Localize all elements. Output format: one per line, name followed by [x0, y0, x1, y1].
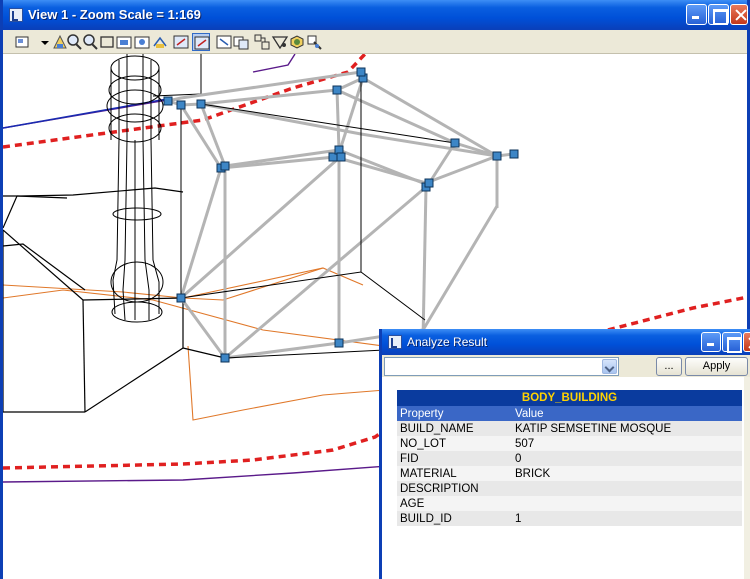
value-cell: 507	[512, 436, 742, 451]
pan-view-icon[interactable]	[172, 33, 190, 51]
value-cell: 0	[512, 451, 742, 466]
table-row[interactable]: NO_LOT 507	[397, 436, 742, 451]
property-cell: BUILD_NAME	[397, 421, 512, 436]
window-area-icon[interactable]	[98, 33, 116, 51]
table-row[interactable]: FID 0	[397, 451, 742, 466]
copy-view-icon[interactable]	[232, 33, 250, 51]
value-cell: 1	[512, 511, 742, 526]
dialog-app-icon	[388, 335, 402, 349]
analyze-result-dialog: Analyze Result ... Apply BODY_BUILDING P…	[379, 329, 750, 579]
view-display-icon[interactable]	[14, 33, 32, 51]
table-row[interactable]: BUILD_ID 1	[397, 511, 742, 526]
dialog-titlebar[interactable]: Analyze Result	[382, 329, 750, 355]
view-control-toolbar	[3, 30, 747, 54]
property-cell: MATERIAL	[397, 466, 512, 481]
close-button[interactable]	[730, 4, 748, 25]
fit-all-icon[interactable]	[133, 33, 151, 51]
view-previous-icon[interactable]	[192, 33, 210, 51]
vertical-scrollbar[interactable]	[744, 377, 750, 579]
chevron-down-icon[interactable]	[602, 359, 617, 374]
property-cell: DESCRIPTION	[397, 481, 512, 496]
table-caption: BODY_BUILDING	[397, 390, 742, 406]
minimize-button[interactable]	[686, 4, 707, 25]
header-value: Value	[512, 406, 742, 421]
dialog-controls: ... Apply	[382, 355, 750, 377]
table-row[interactable]: AGE	[397, 496, 742, 511]
header-property: Property	[397, 406, 512, 421]
property-cell: BUILD_ID	[397, 511, 512, 526]
dialog-title: Analyze Result	[407, 335, 488, 349]
microstation-app-icon	[9, 8, 23, 22]
attribute-table: BODY_BUILDING Property Value BUILD_NAME K…	[397, 390, 742, 526]
maximize-button[interactable]	[708, 4, 729, 25]
value-cell	[512, 481, 742, 496]
table-row[interactable]: DESCRIPTION	[397, 481, 742, 496]
value-cell: BRICK	[512, 466, 742, 481]
view-next-icon[interactable]	[215, 33, 233, 51]
selected-building-edges	[180, 78, 456, 359]
maximize-icon	[723, 333, 742, 353]
property-cell: NO_LOT	[397, 436, 512, 451]
view-title: View 1 - Zoom Scale = 1:169	[28, 7, 201, 22]
value-cell: KATIP SEMSETINE MOSQUE	[512, 421, 742, 436]
apply-button[interactable]: Apply	[685, 357, 748, 376]
rotate-view-icon[interactable]	[151, 33, 169, 51]
fit-view-icon[interactable]	[115, 33, 133, 51]
table-row[interactable]: BUILD_NAME KATIP SEMSETINE MOSQUE	[397, 421, 742, 436]
clip-volume-icon[interactable]	[253, 33, 271, 51]
close-icon	[744, 333, 750, 351]
property-cell: FID	[397, 451, 512, 466]
dialog-minimize-button[interactable]	[701, 332, 721, 352]
close-icon	[731, 5, 747, 24]
view-attributes-icon[interactable]	[305, 33, 323, 51]
result-area: BODY_BUILDING Property Value BUILD_NAME K…	[382, 377, 750, 579]
minimize-icon	[702, 333, 720, 351]
table-row[interactable]: MATERIAL BRICK	[397, 466, 742, 481]
feature-class-combo[interactable]	[384, 357, 619, 376]
dialog-close-button[interactable]	[743, 332, 750, 352]
zoom-out-icon[interactable]	[81, 33, 99, 51]
minimize-icon	[687, 5, 706, 24]
value-cell	[512, 496, 742, 511]
camera-icon[interactable]	[288, 33, 306, 51]
browse-button[interactable]: ...	[656, 357, 682, 376]
view-titlebar[interactable]: View 1 - Zoom Scale = 1:169	[3, 0, 748, 30]
render-icon[interactable]	[271, 33, 289, 51]
property-cell: AGE	[397, 496, 512, 511]
table-header-row: Property Value	[397, 406, 742, 421]
table-caption-row: BODY_BUILDING	[397, 390, 742, 406]
maximize-icon	[709, 5, 728, 25]
dialog-maximize-button[interactable]	[722, 332, 742, 353]
dropdown-arrow-icon[interactable]	[36, 33, 49, 51]
